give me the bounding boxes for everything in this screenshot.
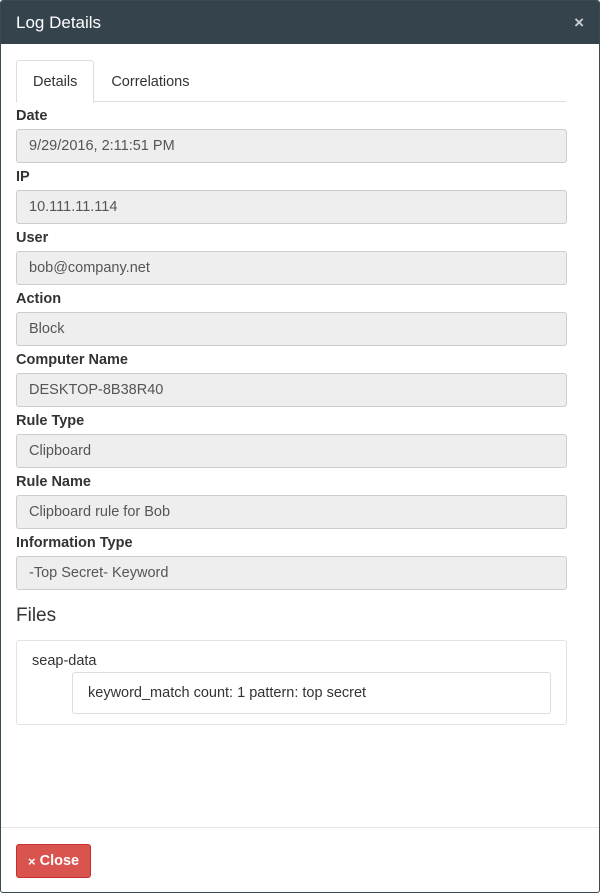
- modal-title: Log Details: [16, 12, 102, 32]
- field-label: Computer Name: [16, 352, 128, 368]
- field-rule-type: Rule Type Clipboard: [16, 411, 567, 468]
- close-button[interactable]: × Close: [16, 844, 92, 878]
- field-label: IP: [16, 169, 30, 185]
- field-label: Date: [16, 108, 48, 124]
- field-user: User bob@company.net: [16, 228, 567, 285]
- field-label: User: [16, 230, 49, 246]
- log-details-modal: Log Details × Details Correlations Date …: [0, 0, 600, 893]
- field-label: Rule Name: [16, 474, 91, 490]
- tab-correlations[interactable]: Correlations: [94, 60, 206, 102]
- field-ip: IP 10.111.11.114: [16, 167, 567, 224]
- files-panel: seap-data keyword_match count: 1 pattern…: [16, 640, 567, 725]
- information-type-field[interactable]: -Top Secret- Keyword: [16, 556, 567, 590]
- tab-bar: Details Correlations: [16, 60, 566, 103]
- modal-body: Details Correlations Date 9/29/2016, 2:1…: [1, 44, 599, 725]
- field-information-type: Information Type -Top Secret- Keyword: [16, 533, 567, 590]
- rule-name-field[interactable]: Clipboard rule for Bob: [16, 495, 567, 529]
- close-button-label: Close: [39, 853, 80, 869]
- ip-field[interactable]: 10.111.11.114: [16, 190, 567, 224]
- rule-type-field[interactable]: Clipboard: [16, 434, 567, 468]
- user-field[interactable]: bob@company.net: [16, 251, 567, 285]
- files-heading: Files: [16, 605, 57, 626]
- date-field[interactable]: 9/29/2016, 2:11:51 PM: [16, 129, 567, 163]
- computer-name-field[interactable]: DESKTOP-8B38R40: [16, 373, 567, 407]
- field-date: Date 9/29/2016, 2:11:51 PM: [16, 106, 567, 163]
- file-name: seap-data: [32, 653, 97, 669]
- close-icon[interactable]: ×: [574, 14, 584, 31]
- field-label: Rule Type: [16, 413, 85, 429]
- modal-header: Log Details ×: [1, 1, 599, 44]
- tab-details[interactable]: Details: [16, 60, 95, 103]
- close-icon: ×: [28, 853, 36, 869]
- field-label: Information Type: [16, 535, 133, 551]
- field-label: Action: [16, 291, 62, 307]
- action-field[interactable]: Block: [16, 312, 567, 346]
- field-computer-name: Computer Name DESKTOP-8B38R40: [16, 350, 567, 407]
- field-action: Action Block: [16, 289, 567, 346]
- file-match-detail: keyword_match count: 1 pattern: top secr…: [72, 672, 551, 714]
- field-rule-name: Rule Name Clipboard rule for Bob: [16, 472, 567, 529]
- modal-footer: × Close: [1, 827, 599, 892]
